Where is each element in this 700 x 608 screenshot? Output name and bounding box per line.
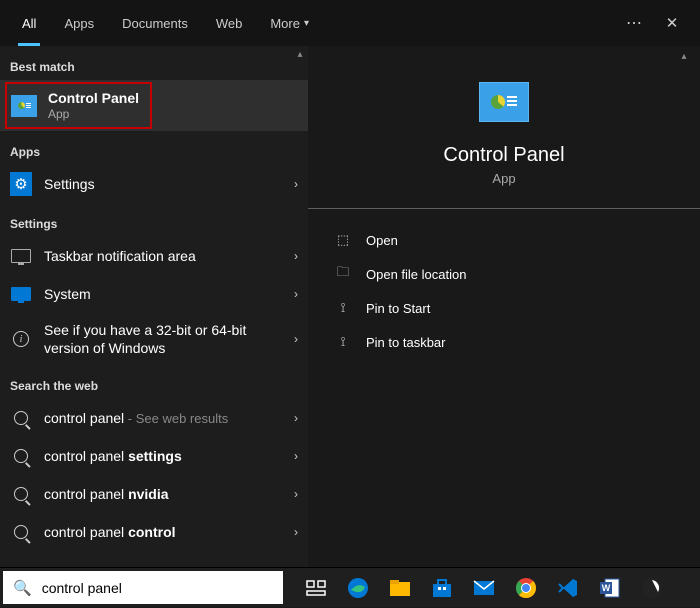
result-bitness[interactable]: i See if you have a 32-bit or 64-bit ver…	[0, 313, 308, 365]
chevron-right-icon: ›	[294, 332, 298, 346]
explorer-icon[interactable]	[379, 568, 421, 608]
tab-documents[interactable]: Documents	[108, 0, 202, 46]
preview-title: Control Panel	[308, 144, 700, 167]
svg-text:W: W	[602, 583, 611, 593]
mail-icon[interactable]	[463, 568, 505, 608]
control-panel-icon	[479, 82, 529, 122]
section-search-web: Search the web	[0, 365, 308, 399]
chevron-right-icon: ›	[294, 449, 298, 463]
result-title: See if you have a 32-bit or 64-bit versi…	[44, 321, 288, 357]
pin-icon: ⟟	[334, 299, 352, 317]
taskbar: 🔍 W	[0, 567, 700, 607]
chevron-down-icon: ▾	[304, 18, 309, 29]
taskbar-search[interactable]: 🔍	[3, 571, 283, 604]
results-panel: ▴ Best match Control Panel App Apps ⚙ Se…	[0, 46, 308, 567]
action-label: Pin to taskbar	[366, 335, 446, 350]
result-title: System	[44, 286, 288, 302]
result-title: Control Panel	[48, 90, 298, 106]
action-pin-taskbar[interactable]: ⟟ Pin to taskbar	[320, 325, 688, 359]
chevron-right-icon: ›	[294, 287, 298, 301]
result-system[interactable]: System ›	[0, 275, 308, 313]
info-icon: i	[10, 328, 32, 350]
result-web-nvidia[interactable]: control panel nvidia ›	[0, 475, 308, 513]
action-pin-start[interactable]: ⟟ Pin to Start	[320, 291, 688, 325]
action-label: Open	[366, 233, 398, 248]
action-label: Open file location	[366, 267, 466, 282]
folder-icon: 🗀	[334, 265, 352, 283]
tab-more[interactable]: More▾	[256, 0, 323, 46]
search-icon	[10, 445, 32, 467]
chevron-right-icon: ›	[294, 525, 298, 539]
result-web-default[interactable]: control panel - See web results ›	[0, 399, 308, 437]
preview-subtitle: App	[308, 171, 700, 186]
pin-icon: ⟟	[334, 333, 352, 351]
preview-panel: ▴ Control Panel App ⬚ Open 🗀 Open file l…	[308, 46, 700, 567]
result-title: control panel - See web results	[44, 410, 288, 426]
action-label: Pin to Start	[366, 301, 430, 316]
result-web-control[interactable]: control panel control ›	[0, 513, 308, 551]
result-taskbar-notification[interactable]: Taskbar notification area ›	[0, 237, 308, 275]
chevron-right-icon: ›	[294, 177, 298, 191]
result-subtitle: App	[48, 107, 298, 121]
result-title: Taskbar notification area	[44, 248, 288, 264]
word-icon[interactable]: W	[589, 568, 631, 608]
action-open-location[interactable]: 🗀 Open file location	[320, 257, 688, 291]
result-title: control panel nvidia	[44, 486, 288, 502]
chevron-right-icon: ›	[294, 249, 298, 263]
tab-all[interactable]: All	[8, 0, 50, 46]
search-icon	[10, 407, 32, 429]
more-options-icon[interactable]: ⋯	[626, 13, 644, 33]
tab-apps[interactable]: Apps	[50, 0, 108, 46]
section-apps: Apps	[0, 131, 308, 165]
scroll-up-icon[interactable]: ▴	[678, 50, 690, 62]
edge-icon[interactable]	[337, 568, 379, 608]
monitor-icon	[10, 245, 32, 267]
result-title: control panel settings	[44, 448, 288, 464]
open-icon: ⬚	[334, 231, 352, 249]
search-input[interactable]	[42, 580, 273, 596]
result-web-settings[interactable]: control panel settings ›	[0, 437, 308, 475]
search-icon	[10, 483, 32, 505]
monitor-icon	[10, 283, 32, 305]
result-settings[interactable]: ⚙ Settings ›	[0, 165, 308, 203]
gear-icon: ⚙	[10, 173, 32, 195]
section-photos: Photos	[0, 551, 308, 567]
vscode-icon[interactable]	[547, 568, 589, 608]
app-icon[interactable]	[631, 568, 673, 608]
result-title: Settings	[44, 176, 288, 192]
chrome-icon[interactable]	[505, 568, 547, 608]
chevron-right-icon: ›	[294, 487, 298, 501]
search-tabs: All Apps Documents Web More▾ ⋯ ✕	[0, 0, 700, 46]
divider	[308, 208, 700, 209]
task-view-icon[interactable]	[295, 568, 337, 608]
search-icon: 🔍	[13, 579, 32, 597]
tab-web[interactable]: Web	[202, 0, 257, 46]
section-settings: Settings	[0, 203, 308, 237]
action-open[interactable]: ⬚ Open	[320, 223, 688, 257]
chevron-right-icon: ›	[294, 411, 298, 425]
control-panel-icon	[10, 92, 38, 120]
close-icon[interactable]: ✕	[662, 13, 682, 33]
store-icon[interactable]	[421, 568, 463, 608]
result-best-match[interactable]: Control Panel App	[0, 80, 308, 131]
result-title: control panel control	[44, 524, 288, 540]
section-best-match: Best match	[0, 46, 308, 80]
search-icon	[10, 521, 32, 543]
scroll-up-icon[interactable]: ▴	[294, 48, 306, 60]
